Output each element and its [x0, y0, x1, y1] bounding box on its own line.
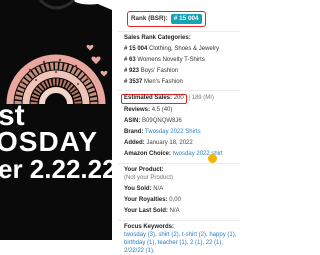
asin-row: ASIN: B09QNQW8J6: [124, 118, 240, 126]
estimated-sales-label: Estimated Sales:: [124, 95, 173, 102]
amazon-choice-label: Amazon Choice:: [124, 151, 172, 158]
your-product-label: Your Product:: [124, 166, 164, 173]
category-rank: # 63: [124, 56, 136, 63]
added-value: January 18, 2022: [146, 140, 193, 147]
categories-heading: Sales Rank Categories:: [124, 35, 240, 43]
amazon-choice-row: Amazon Choice: twosday 2022 shirt: [124, 151, 240, 159]
added-row: Added: January 18, 2022: [124, 140, 240, 148]
your-product-row: Your Product:: [124, 167, 240, 175]
brand-link[interactable]: Twosday 2022 Shirts: [145, 129, 201, 135]
estimated-sales-value: 200: [173, 95, 184, 102]
reviews-value: 4.5 (40): [151, 107, 173, 114]
rank-badge: # 15 004: [170, 14, 202, 24]
reviews-row: Reviews: 4.5 (40): [124, 107, 240, 115]
category-rank: # 15 004: [124, 45, 148, 52]
estimated-sales-extra: | 189 (MI): [188, 95, 214, 102]
category-name: Clothing, Shoes & Jewelry: [149, 45, 220, 52]
sold-label: You Sold:: [124, 186, 152, 193]
rank-box: Rank (BSR): # 15 004: [127, 11, 206, 27]
divider: [118, 219, 240, 221]
category-rank: # 3537: [124, 78, 143, 85]
brand-row: Brand: Twosday 2022 Shirts: [124, 129, 240, 137]
rank-label: Rank (BSR):: [131, 15, 168, 22]
royalties-row: Your Royalties: 0,00: [124, 197, 240, 205]
category-row: # 923 Boys' Fashion: [124, 68, 240, 76]
royalties-value: 0,00: [169, 197, 181, 204]
product-info-panel: Rank (BSR): # 15 004 Sales Rank Categori…: [118, 6, 240, 255]
shirt-text-line3: er 2.22.22: [0, 154, 112, 184]
category-row: # 15 004 Clothing, Shoes & Jewelry: [124, 46, 240, 54]
categories-label: Sales Rank Categories:: [124, 34, 191, 41]
brand-label: Brand:: [124, 129, 144, 136]
asin-label: ASIN:: [124, 118, 141, 125]
focus-keywords-label: Focus Keywords:: [124, 223, 175, 230]
estimated-sales-row: Estimated Sales: 200 | 189 (MI): [121, 94, 240, 104]
asin-value: B09QNQW8J6: [142, 118, 182, 125]
category-name: Boys' Fashion: [140, 67, 179, 74]
focus-keywords-list[interactable]: twosday (3), shirt (2), t-shirt (2), hap…: [124, 232, 240, 255]
divider: [118, 30, 240, 32]
category-name: Men's Fashion: [144, 78, 183, 85]
royalties-label: Your Royalties:: [124, 197, 168, 204]
divider: [118, 90, 240, 92]
product-image: st OSDAY er 2.22.22: [0, 0, 112, 240]
sold-row: You Sold: N/A: [124, 186, 240, 194]
reviews-label: Reviews:: [124, 107, 151, 114]
focus-keywords-heading: Focus Keywords:: [124, 224, 240, 232]
category-row: # 3537 Men's Fashion: [124, 79, 240, 87]
your-product-value: (Not your Product): [124, 175, 174, 182]
divider: [118, 162, 240, 164]
last-sold-label: Your Last Sold:: [124, 208, 168, 215]
last-sold-row: Your Last Sold: N/A: [124, 208, 240, 216]
added-label: Added:: [124, 140, 145, 147]
estimated-sales-highlight: Estimated Sales: 200: [121, 94, 187, 104]
last-sold-value: N/A: [169, 208, 180, 215]
sold-value: N/A: [153, 186, 164, 193]
category-row: # 63 Womens Novelty T-Shirts: [124, 57, 240, 65]
category-name: Womens Novelty T-Shirts: [137, 56, 205, 63]
status-dot-icon: [208, 154, 217, 163]
category-rank: # 923: [124, 67, 140, 74]
